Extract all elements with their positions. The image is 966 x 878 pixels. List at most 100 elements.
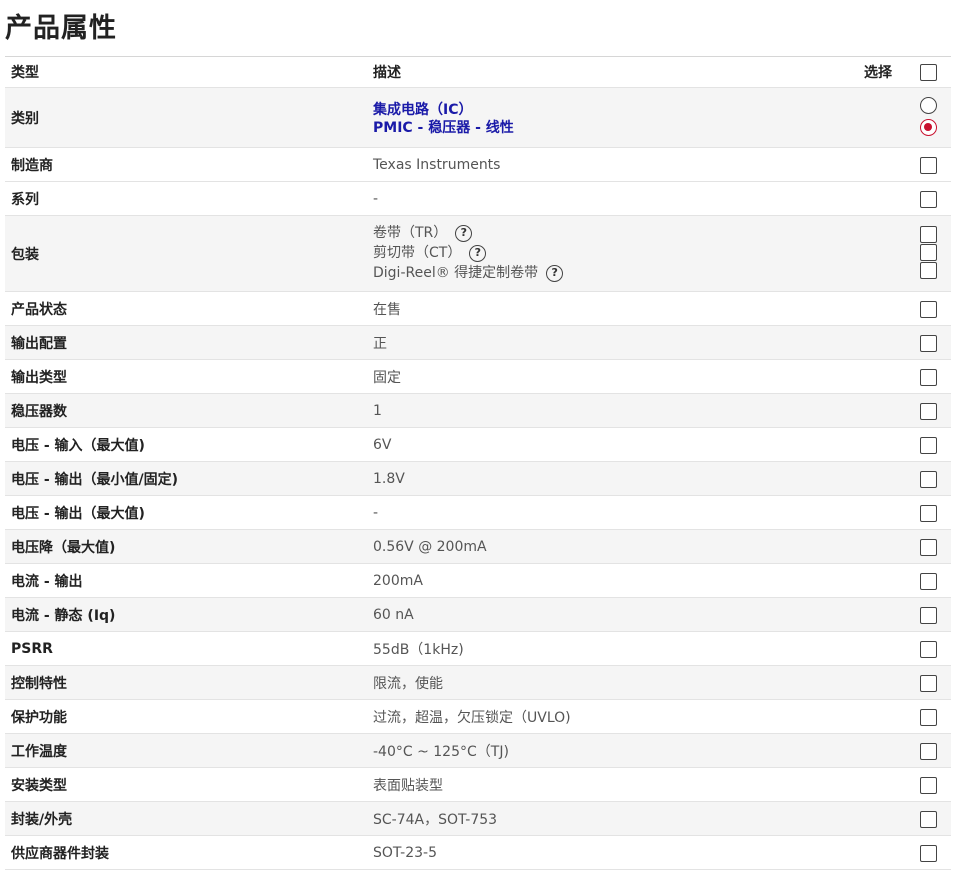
table-row: 系列 - bbox=[5, 182, 951, 216]
table-row: 控制特性 限流，使能 bbox=[5, 666, 951, 700]
packaging-checkbox-digireel[interactable] bbox=[920, 262, 937, 279]
row-label: 安装类型 bbox=[11, 777, 67, 794]
packaging-option: Digi-Reel® 得捷定制卷带 bbox=[373, 265, 539, 281]
row-checkbox[interactable] bbox=[920, 538, 937, 556]
table-row: 安装类型 表面贴装型 bbox=[5, 768, 951, 802]
row-checkbox[interactable] bbox=[920, 300, 937, 318]
row-value: SOT-23-5 bbox=[373, 844, 437, 861]
row-label: 电压 - 输出（最大值) bbox=[11, 505, 145, 522]
row-label: 电流 - 输出 bbox=[11, 573, 83, 590]
header-select: 选择 bbox=[864, 65, 892, 81]
row-value: SC-74A，SOT-753 bbox=[373, 811, 498, 828]
row-checkbox[interactable] bbox=[920, 470, 937, 488]
table-row: 稳压器数 1 bbox=[5, 394, 951, 428]
row-value: 表面贴装型 bbox=[373, 777, 443, 794]
row-label: 封装/外壳 bbox=[11, 811, 73, 828]
row-checkbox[interactable] bbox=[920, 606, 937, 624]
table-row: 供应商器件封装 SOT-23-5 bbox=[5, 836, 951, 870]
row-checkbox[interactable] bbox=[920, 572, 937, 590]
row-value: Texas Instruments bbox=[373, 156, 501, 173]
row-checkbox[interactable] bbox=[920, 402, 937, 420]
category-values: 集成电路（IC） PMIC - 稳压器 - 线性 bbox=[373, 101, 514, 137]
page-title: 产品属性 bbox=[5, 13, 117, 44]
table-row: 产品状态 在售 bbox=[5, 292, 951, 326]
row-checkbox[interactable] bbox=[920, 334, 937, 352]
row-checkbox[interactable] bbox=[920, 640, 937, 658]
category-radio-pmic-selected[interactable] bbox=[920, 119, 937, 136]
table-row: 电压 - 输出（最小值/固定) 1.8V bbox=[5, 462, 951, 496]
row-checkbox[interactable] bbox=[920, 844, 937, 862]
row-value: 1.8V bbox=[373, 470, 405, 487]
table-row: 电压 - 输入（最大值) 6V bbox=[5, 428, 951, 462]
category-link[interactable]: 集成电路（IC） bbox=[373, 101, 514, 119]
row-value: 1 bbox=[373, 402, 382, 419]
table-row: PSRR 55dB（1kHz) bbox=[5, 632, 951, 666]
row-checkbox[interactable] bbox=[920, 436, 937, 454]
table-row: 电压 - 输出（最大值) - bbox=[5, 496, 951, 530]
row-checkbox[interactable] bbox=[920, 190, 937, 208]
row-label: 稳压器数 bbox=[11, 403, 67, 420]
row-label: 包装 bbox=[11, 246, 39, 263]
table-row: 工作温度 -40°C ~ 125°C（TJ) bbox=[5, 734, 951, 768]
row-label: 电流 - 静态 (Iq) bbox=[11, 607, 116, 624]
table-row-category: 类别 集成电路（IC） PMIC - 稳压器 - 线性 bbox=[5, 88, 951, 148]
row-value: 200mA bbox=[373, 572, 423, 589]
row-value: 正 bbox=[373, 335, 387, 352]
table-row: 电压降（最大值) 0.56V @ 200mA bbox=[5, 530, 951, 564]
row-checkbox[interactable] bbox=[920, 504, 937, 522]
row-value: 限流，使能 bbox=[373, 675, 443, 692]
row-value: 在售 bbox=[373, 301, 401, 318]
row-label: 电压 - 输入（最大值) bbox=[11, 437, 145, 454]
radio-selected-dot bbox=[924, 123, 932, 131]
row-label: 工作温度 bbox=[11, 743, 67, 760]
table-row: 封装/外壳 SC-74A，SOT-753 bbox=[5, 802, 951, 836]
row-value: 6V bbox=[373, 436, 392, 453]
row-value: 过流，超温，欠压锁定（UVLO) bbox=[373, 709, 571, 726]
row-checkbox[interactable] bbox=[920, 674, 937, 692]
row-checkbox[interactable] bbox=[920, 742, 937, 760]
row-label: 产品状态 bbox=[11, 301, 67, 318]
row-checkbox[interactable] bbox=[920, 776, 937, 794]
table-header: 类型 描述 选择 bbox=[5, 57, 951, 88]
header-type: 类型 bbox=[11, 65, 39, 81]
help-icon[interactable]: ? bbox=[546, 264, 564, 282]
table-row: 输出配置 正 bbox=[5, 326, 951, 360]
table-row: 制造商 Texas Instruments bbox=[5, 148, 951, 182]
packaging-option: 卷带（TR） bbox=[373, 225, 448, 241]
row-label: 电压 - 输出（最小值/固定) bbox=[11, 471, 179, 488]
category-radio-ic[interactable] bbox=[920, 97, 937, 114]
table-row-packaging: 包装 卷带（TR）? 剪切带（CT）? Digi-Reel® 得捷定制卷带? bbox=[5, 216, 951, 292]
row-checkbox[interactable] bbox=[920, 156, 937, 174]
row-value: 60 nA bbox=[373, 606, 414, 623]
row-label: 输出配置 bbox=[11, 335, 67, 352]
category-link[interactable]: PMIC - 稳压器 - 线性 bbox=[373, 119, 514, 137]
packaging-checkbox-tr[interactable] bbox=[920, 226, 937, 243]
row-label: 电压降（最大值) bbox=[11, 539, 116, 556]
help-icon[interactable]: ? bbox=[469, 244, 487, 262]
row-value: 0.56V @ 200mA bbox=[373, 538, 487, 555]
row-value: - bbox=[373, 504, 379, 521]
packaging-option: 剪切带（CT） bbox=[373, 245, 462, 261]
select-all-checkbox[interactable] bbox=[920, 64, 937, 81]
row-label: 保护功能 bbox=[11, 709, 67, 726]
row-value: -40°C ~ 125°C（TJ) bbox=[373, 743, 509, 760]
packaging-checkbox-ct[interactable] bbox=[920, 244, 937, 261]
row-checkbox[interactable] bbox=[920, 708, 937, 726]
row-value: - bbox=[373, 190, 379, 207]
packaging-options: 卷带（TR）? 剪切带（CT）? Digi-Reel® 得捷定制卷带? bbox=[373, 223, 564, 283]
row-label: 制造商 bbox=[11, 157, 53, 174]
product-attributes-table: 类型 描述 选择 类别 集成电路（IC） PMIC - 稳压器 - 线性 制造商… bbox=[5, 56, 951, 870]
row-value: 固定 bbox=[373, 369, 401, 386]
row-label: PSRR bbox=[11, 640, 53, 657]
table-row: 电流 - 静态 (Iq) 60 nA bbox=[5, 598, 951, 632]
row-label: 控制特性 bbox=[11, 675, 67, 692]
row-checkbox[interactable] bbox=[920, 810, 937, 828]
row-label: 系列 bbox=[11, 191, 39, 208]
row-value: 55dB（1kHz) bbox=[373, 641, 464, 658]
row-label: 供应商器件封装 bbox=[11, 845, 109, 862]
help-icon[interactable]: ? bbox=[455, 224, 473, 242]
table-row: 电流 - 输出 200mA bbox=[5, 564, 951, 598]
row-checkbox[interactable] bbox=[920, 368, 937, 386]
row-label: 类别 bbox=[11, 110, 39, 127]
table-row: 保护功能 过流，超温，欠压锁定（UVLO) bbox=[5, 700, 951, 734]
